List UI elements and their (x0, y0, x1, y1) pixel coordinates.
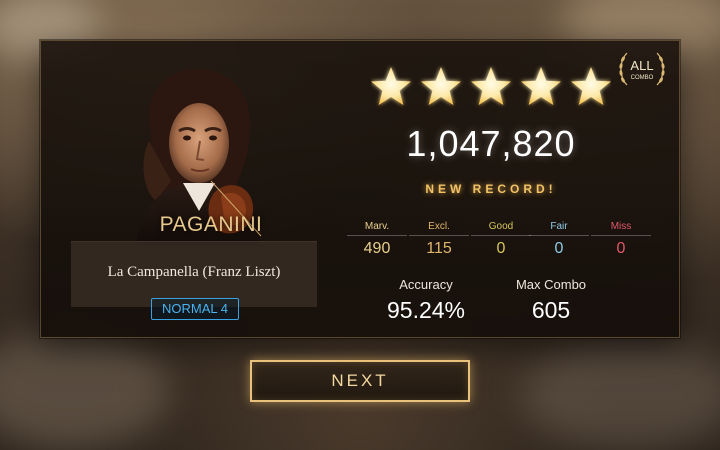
difficulty-badge: NORMAL 4 (151, 298, 239, 320)
max-combo-value: 605 (531, 297, 571, 323)
judgement-miss: Miss 0 (591, 221, 651, 258)
judgement-value: 0 (616, 240, 626, 257)
judgement-value: 115 (426, 240, 452, 257)
star-rating (371, 67, 611, 105)
star-icon (471, 67, 511, 105)
judgement-label: Good (471, 221, 531, 236)
max-combo-label: Max Combo (515, 277, 587, 292)
all-combo-bottom: COMBO (631, 75, 654, 81)
judgement-label: Marv. (347, 221, 407, 236)
judgement-value: 490 (363, 240, 391, 257)
composer-name: PAGANINI (159, 213, 263, 236)
star-icon (421, 67, 461, 105)
all-combo-top: ALL (630, 58, 653, 73)
next-button[interactable]: NEXT (250, 360, 470, 402)
background-blur (520, 340, 720, 450)
accuracy-label: Accuracy (399, 277, 453, 292)
star-icon (571, 67, 611, 105)
judgement-label: Fair (529, 221, 589, 236)
results-panel: PAGANINI La Campanella (Franz Liszt) NOR… (40, 40, 680, 338)
background-blur (0, 330, 170, 450)
star-icon (371, 67, 411, 105)
accuracy-value: 95.24% (386, 297, 465, 323)
judgement-marvelous: Marv. 490 (347, 221, 407, 258)
song-title: La Campanella (Franz Liszt) (107, 264, 281, 280)
star-icon (521, 67, 561, 105)
all-combo-badge: ALL COMBO (619, 52, 665, 86)
judgement-fair: Fair 0 (529, 221, 589, 258)
judgement-label: Excl. (409, 221, 469, 236)
judgement-value: 0 (496, 240, 506, 257)
judgement-good: Good 0 (471, 221, 531, 258)
score: 1,047,820 (406, 123, 576, 164)
judgement-excellent: Excl. 115 (409, 221, 469, 258)
judgement-label: Miss (591, 221, 651, 236)
new-record-text: NEW RECORD! (425, 182, 557, 196)
judgement-value: 0 (554, 240, 564, 257)
